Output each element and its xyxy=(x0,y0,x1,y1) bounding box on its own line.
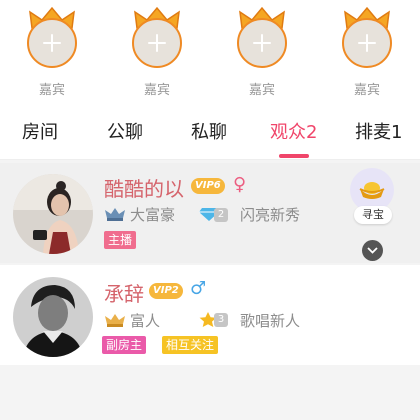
vip-badge: VIP2 xyxy=(149,283,183,299)
tab-mic-queue[interactable]: 排麦1 xyxy=(355,118,402,144)
level-title: 闪亮新秀 xyxy=(240,206,301,224)
guest-seats-bar: 嘉宾 嘉宾 嘉宾 嘉宾 xyxy=(0,0,420,102)
guest-seat-1[interactable]: 嘉宾 xyxy=(17,0,87,102)
mutual-follow-badge: 相互关注 xyxy=(162,336,219,354)
guest-seat-4[interactable]: 嘉宾 xyxy=(332,0,402,102)
empty-seat-circle xyxy=(27,18,77,68)
treasure-label: 寻宝 xyxy=(354,206,392,224)
gold-ingot-icon xyxy=(359,182,385,199)
cohost-badge: 副房主 xyxy=(102,336,147,354)
wealth-rank-icon xyxy=(105,208,125,221)
level-number: 2 xyxy=(214,208,228,222)
tab-private-chat[interactable]: 私聊 xyxy=(191,118,227,144)
empty-seat-circle xyxy=(132,18,182,68)
wealth-rank-title: 富人 xyxy=(130,312,161,330)
room-tabs: 房间 公聊 私聊 观众2 排麦1 xyxy=(0,102,420,160)
audience-row[interactable]: 承辞 VIP2 ♂ 富人 3 歌唱新人 副房主 相互关注 xyxy=(0,265,420,365)
treasure-button[interactable]: 寻宝 xyxy=(350,168,396,226)
tab-room[interactable]: 房间 xyxy=(22,118,58,144)
avatar[interactable] xyxy=(13,277,93,357)
female-icon: ♀ xyxy=(233,174,247,195)
level-title: 歌唱新人 xyxy=(240,312,301,330)
seat-label: 嘉宾 xyxy=(143,83,170,98)
guest-seat-2[interactable]: 嘉宾 xyxy=(122,0,192,102)
seat-label: 嘉宾 xyxy=(353,83,380,98)
user-name: 酷酷的以 xyxy=(104,177,184,201)
chevron-down-icon xyxy=(367,247,378,254)
user-name: 承辞 xyxy=(104,282,144,306)
tab-audience[interactable]: 观众2 xyxy=(270,118,317,144)
wealth-rank-title: 大富豪 xyxy=(130,206,176,224)
empty-seat-circle xyxy=(342,18,392,68)
tab-public-chat[interactable]: 公聊 xyxy=(107,118,143,144)
seat-label: 嘉宾 xyxy=(248,83,275,98)
level-number: 3 xyxy=(214,313,228,327)
plus-icon xyxy=(253,34,271,52)
active-tab-indicator xyxy=(279,154,309,158)
plus-icon xyxy=(43,34,61,52)
plus-icon xyxy=(358,34,376,52)
empty-seat-circle xyxy=(237,18,287,68)
male-icon: ♂ xyxy=(190,278,207,299)
vip-badge: VIP6 xyxy=(191,178,225,194)
host-badge: 主播 xyxy=(104,231,137,249)
plus-icon xyxy=(148,34,166,52)
expand-toggle[interactable] xyxy=(362,240,383,261)
wealth-rank-icon xyxy=(105,314,125,327)
guest-seat-3[interactable]: 嘉宾 xyxy=(227,0,297,102)
seat-label: 嘉宾 xyxy=(38,83,65,98)
avatar[interactable] xyxy=(13,174,93,254)
